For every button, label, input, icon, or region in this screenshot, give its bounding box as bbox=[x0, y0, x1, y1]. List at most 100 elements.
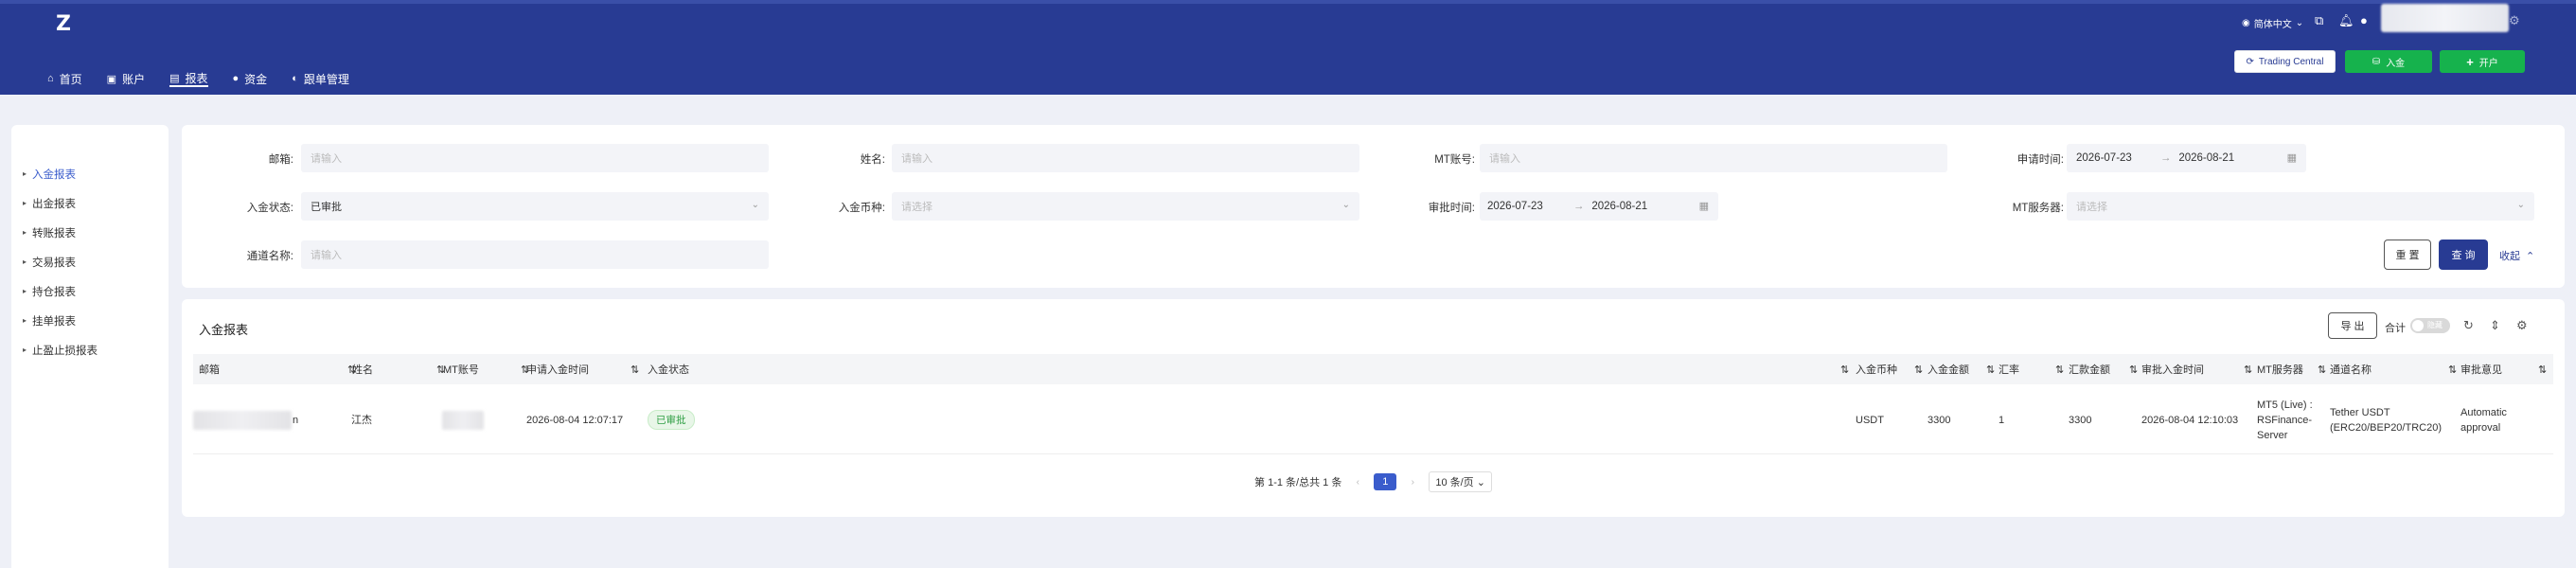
sidebar-item-transfer-report[interactable]: ▸ 转账报表 bbox=[11, 218, 169, 247]
logo[interactable]: Z bbox=[49, 9, 78, 38]
avatar-dot-icon[interactable]: ● bbox=[2360, 13, 2368, 27]
bell-icon[interactable]: 🔔︎ bbox=[2338, 13, 2354, 28]
approve-start-date[interactable]: 2026-07-23 bbox=[1487, 201, 1543, 212]
sidebar-item-tpsl-report[interactable]: ▸ 止盈止损报表 bbox=[11, 335, 169, 364]
sidebar-item-position-report[interactable]: ▸ 持仓报表 bbox=[11, 276, 169, 306]
chevron-down-icon: ⌄ bbox=[751, 200, 759, 210]
col-apply-time[interactable]: 申请入金时间 bbox=[521, 354, 589, 384]
toggle-text: 隐藏 bbox=[2427, 321, 2443, 329]
col-amount[interactable]: 入金金额 bbox=[1922, 354, 1969, 384]
chevron-down-icon: ⌄ bbox=[2516, 200, 2525, 210]
prev-page-button[interactable]: ‹ bbox=[1349, 473, 1366, 490]
caret-right-icon: ▸ bbox=[23, 316, 27, 325]
mt-account-redacted bbox=[442, 411, 484, 430]
plus-icon: + bbox=[2466, 54, 2474, 69]
refresh-icon[interactable]: ↻ bbox=[2463, 318, 2474, 333]
cell-approve-time: 2026-08-04 12:10:03 bbox=[2141, 415, 2239, 426]
page-summary: 第 1-1 条/总共 1 条 bbox=[1254, 477, 1342, 488]
col-mt-account[interactable]: MT账号 bbox=[437, 354, 479, 384]
caret-right-icon: ▸ bbox=[23, 228, 27, 237]
screen-icon[interactable]: ⧉ bbox=[2315, 13, 2323, 28]
approve-time-range[interactable]: 2026-07-23 → 2026-08-21 ▦ bbox=[1480, 192, 1718, 221]
apply-time-range[interactable]: 2026-07-23 → 2026-08-21 ▦ bbox=[2067, 144, 2306, 172]
cell-channel-name: Tether USDT (ERC20/BEP20/TRC20) bbox=[2330, 407, 2442, 434]
col-status[interactable]: 入金状态 bbox=[642, 354, 689, 384]
apply-start-date[interactable]: 2026-07-23 bbox=[2076, 152, 2132, 164]
approve-end-date[interactable]: 2026-08-21 bbox=[1591, 201, 1647, 212]
column-height-icon[interactable]: ⇕ bbox=[2490, 318, 2500, 333]
col-remit-amount[interactable]: 汇款金额 bbox=[2063, 354, 2110, 384]
cell-currency: USDT bbox=[1856, 415, 1884, 426]
status-badge: 已审批 bbox=[648, 410, 695, 430]
col-channel-name[interactable]: 通道名称 bbox=[2324, 354, 2372, 384]
col-opinion[interactable]: 审批意见 bbox=[2455, 354, 2502, 384]
page-size-select[interactable]: 10 条/页 ⌄ bbox=[1429, 471, 1492, 492]
reset-button[interactable]: 重 置 bbox=[2384, 240, 2431, 270]
cell-amount: 3300 bbox=[1928, 415, 1951, 426]
mt-account-label: MT账号: bbox=[1434, 154, 1475, 166]
mt-server-select[interactable]: 请选择 ⌄ bbox=[2067, 192, 2534, 221]
caret-right-icon: ▸ bbox=[23, 287, 27, 295]
deposit-icon: ⛁ bbox=[2372, 56, 2381, 67]
funds-icon: ● bbox=[232, 73, 240, 84]
page-1-button[interactable]: 1 bbox=[1374, 473, 1397, 490]
settings-icon[interactable]: ⚙ bbox=[2509, 13, 2520, 28]
query-button[interactable]: 查 询 bbox=[2439, 240, 2488, 270]
sort-icon[interactable]: ⇅ bbox=[2538, 354, 2547, 384]
mt-server-label: MT服务器: bbox=[2012, 203, 2064, 214]
report-sidebar: ▸ 入金报表 ▸ 出金报表 ▸ 转账报表 ▸ 交易报表 ▸ 持仓报表 ▸ 挂单报表 ▸ 止盈止… bbox=[11, 125, 169, 568]
email-input[interactable]: 请输入 bbox=[301, 144, 769, 172]
report-title: 入金报表 bbox=[199, 323, 249, 337]
col-name[interactable]: 姓名 bbox=[346, 354, 373, 384]
deposit-status-select[interactable]: 已审批 ⌄ bbox=[301, 192, 769, 221]
deposit-currency-select[interactable]: 请选择 ⌄ bbox=[892, 192, 1359, 221]
cell-name: 江杰 bbox=[351, 415, 372, 426]
deposit-report-panel: 入金报表 导 出 合计 隐藏 ↻ ⇕ ⚙ 邮箱 ⇅ 姓名 ⇅ MT账号 ⇅ 申请… bbox=[182, 299, 2565, 517]
globe-icon: ◉ bbox=[2242, 18, 2250, 28]
cell-rate: 1 bbox=[1999, 415, 2005, 426]
cell-email-suffix: n bbox=[293, 415, 299, 426]
mt-account-input[interactable]: 请输入 bbox=[1480, 144, 1947, 172]
calendar-icon: ▦ bbox=[1698, 201, 1709, 212]
table-header: 邮箱 ⇅ 姓名 ⇅ MT账号 ⇅ 申请入金时间 ⇅ 入金状态 ⇅ 入金币种 ⇅ … bbox=[193, 354, 2553, 384]
channel-name-input[interactable]: 请输入 bbox=[301, 240, 769, 269]
deposit-status-label: 入金状态: bbox=[246, 203, 293, 214]
table-row[interactable]: n 江杰 2026-08-04 12:07:17 已审批 USDT 3300 1… bbox=[193, 384, 2553, 454]
settings-icon[interactable]: ⚙ bbox=[2516, 318, 2528, 333]
approve-time-label: 审批时间: bbox=[1428, 203, 1475, 214]
email-label: 邮箱: bbox=[268, 154, 293, 166]
col-email[interactable]: 邮箱 bbox=[199, 354, 220, 384]
caret-right-icon: ▸ bbox=[23, 346, 27, 354]
user-info-redacted[interactable] bbox=[2381, 4, 2509, 32]
sum-toggle[interactable]: 隐藏 bbox=[2410, 318, 2450, 333]
sort-icon[interactable]: ⇅ bbox=[1840, 354, 1849, 384]
open-account-button[interactable]: + 开户 bbox=[2440, 50, 2525, 73]
nav-account[interactable]: ▣ 账户 bbox=[107, 70, 145, 87]
collapse-toggle[interactable]: 收起 ⌃ bbox=[2499, 248, 2534, 263]
sidebar-item-trade-report[interactable]: ▸ 交易报表 bbox=[11, 247, 169, 276]
trading-central-button[interactable]: ⟳ Trading Central bbox=[2234, 50, 2336, 73]
name-input[interactable]: 请输入 bbox=[892, 144, 1359, 172]
nav-report[interactable]: ▤ 报表 bbox=[169, 70, 208, 87]
sidebar-item-withdraw-report[interactable]: ▸ 出金报表 bbox=[11, 188, 169, 218]
col-currency[interactable]: 入金币种 bbox=[1850, 354, 1897, 384]
email-redacted bbox=[193, 411, 292, 430]
deposit-button[interactable]: ⛁ 入金 bbox=[2345, 50, 2432, 73]
apply-end-date[interactable]: 2026-08-21 bbox=[2178, 152, 2234, 164]
nav-copy-trade[interactable]: ◐ 跟单管理 bbox=[292, 70, 349, 87]
name-label: 姓名: bbox=[860, 154, 885, 166]
col-rate[interactable]: 汇率 bbox=[1993, 354, 2019, 384]
apply-time-label: 申请时间: bbox=[2016, 154, 2064, 166]
col-mt-server[interactable]: MT服务器 bbox=[2251, 354, 2303, 384]
export-button[interactable]: 导 出 bbox=[2328, 312, 2377, 339]
sidebar-item-deposit-report[interactable]: ▸ 入金报表 bbox=[11, 159, 169, 188]
nav-funds[interactable]: ● 资金 bbox=[233, 70, 268, 87]
sort-icon[interactable]: ⇅ bbox=[631, 354, 639, 384]
next-page-button[interactable]: › bbox=[1404, 473, 1421, 490]
range-arrow: → bbox=[1572, 201, 1585, 212]
sidebar-item-pending-report[interactable]: ▸ 挂单报表 bbox=[11, 306, 169, 335]
language-selector[interactable]: ◉ 简体中文 ⌄ bbox=[2242, 16, 2303, 30]
channel-name-label: 通道名称: bbox=[246, 251, 293, 262]
nav-home[interactable]: ⌂ 首页 bbox=[47, 70, 82, 87]
col-approve-time[interactable]: 审批入金时间 bbox=[2136, 354, 2204, 384]
